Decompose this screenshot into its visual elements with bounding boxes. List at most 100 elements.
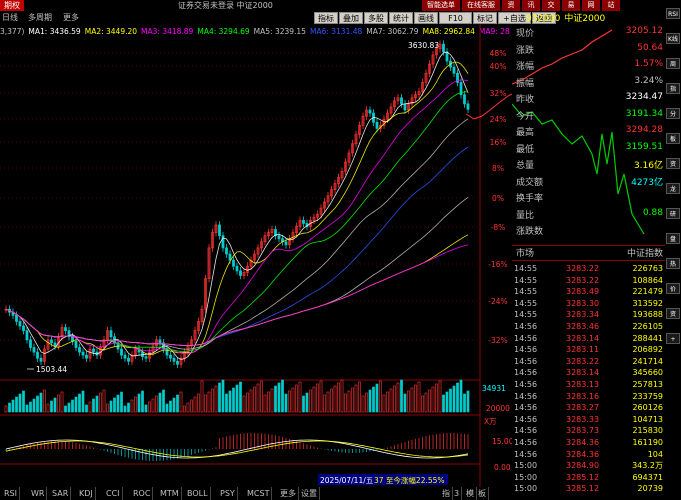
volume-bar [274,385,277,413]
candle-body [368,109,372,114]
volume-bar [43,389,46,413]
indicator-tab[interactable]: CCI [104,487,123,500]
sidebar-tool-button[interactable]: 指 [666,83,680,94]
tick-row: 14:56 3283.14 345660 [512,367,665,378]
quote-panel: 932000 中证2000 现价 3205.12 涨跌 50.64 涨幅 1.57% 振幅 3.2… [512,11,665,500]
bottom-right-button[interactable]: 3 [452,487,463,500]
percent-tick-label: -32% [488,336,507,345]
sidebar-tool-button[interactable]: 资 [666,158,680,169]
toolbar-button[interactable]: 多股 [364,12,388,24]
sidebar-tool-button[interactable]: + [666,333,680,344]
sidebar-tool-button[interactable]: 热 [666,258,680,269]
sidebar-tool-button[interactable]: 价 [666,283,680,294]
indicator-tab[interactable]: 设置 [299,487,320,500]
tick-price: 3283.13 [566,380,600,389]
toolbar-button[interactable]: 叠加 [339,12,363,24]
bottom-right-button[interactable]: 板 [476,487,489,500]
period-selector-item[interactable]: 更多 [63,12,79,23]
quote-field-label: 总量 [516,161,535,171]
volume-bar [403,393,407,413]
candle-body [445,51,449,62]
candle-body [144,356,148,359]
tick-row: 14:56 3283.13 257813 [512,379,665,390]
volume-bar [53,397,57,413]
topbar-button[interactable]: 易 [562,0,580,11]
indicator-tab[interactable]: ROC [131,487,154,500]
range-change-note: 37 至今涨幅22.55% [374,475,445,485]
topbar-button[interactable]: 在线客服 [462,0,500,11]
volume-bar [396,382,400,413]
candle-body [74,341,78,348]
tick-row: 14:56 3283.22 241714 [512,356,665,367]
period-selector-item[interactable]: 多周期 [28,12,52,23]
market-value: 中证指数 [626,249,663,259]
stock-name: 中证2000 [564,14,606,24]
sidebar-tool-button[interactable]: 资 [666,308,680,319]
indicator-tab[interactable]: SAR [50,487,72,500]
volume-bar [400,379,403,413]
quote-field-value: 3191.34 [625,108,663,119]
sidebar-tool-button[interactable]: 板 [666,133,680,144]
sidebar-tool-button[interactable]: 龙 [666,183,680,194]
tick-time: 14:56 [514,391,538,401]
toolbar-button[interactable]: 指标 [314,12,338,24]
tick-volume: 104 [647,449,663,459]
indicator-tab[interactable]: BOLL [185,487,211,500]
toolbar-button[interactable]: 画线 [414,12,438,24]
candlestick-chart[interactable]: 48% 40% 32% 24% 16% 8% 0% -8% -16% -24% -32% 3630.8… [0,24,512,487]
indicator-tab[interactable]: MTM [158,487,182,500]
volume-bar [214,385,218,413]
indicator-tab[interactable]: RSI [2,487,20,500]
tick-price: 3283.27 [566,403,600,413]
volume-bar [386,391,389,413]
topbar-button[interactable]: 资 [502,0,520,11]
sidebar-tool-button[interactable]: RSI [666,8,680,19]
tick-row: 14:55 3283.22 226763 [512,263,665,274]
topbar-button[interactable]: 讯 [522,0,540,11]
sidebar-tool-button[interactable]: 周 [666,58,680,69]
volume-max-label: 34931 [482,384,506,393]
indicator-tab[interactable]: 更多 [278,487,299,500]
tick-time: 14:56 [514,356,538,366]
sidebar-tool-button[interactable]: 盘 [666,233,680,244]
quote-field-label: 涨跌数 [516,227,544,237]
volume-bar [18,393,22,413]
topbar-button[interactable]: 网 [582,0,600,11]
sidebar-tool-button[interactable]: 研 [666,208,680,219]
candle-body [172,357,176,362]
volume-bar [431,386,435,413]
tick-time: 14:55 [514,275,538,285]
indicator-tab[interactable]: WR [29,487,48,500]
indicator-tab[interactable]: PSY [218,487,238,500]
candle-body [78,347,81,353]
volume-bar [95,395,99,413]
indicator-tab[interactable]: MCST [245,487,273,500]
high-price-label: 3630.83 [408,41,439,50]
tick-time: 14:55 [514,298,538,308]
tick-price: 3283.34 [566,310,600,320]
tick-time: 14:55 [514,264,538,273]
sidebar-tool-button[interactable]: K线 [666,33,680,44]
volume-bar [29,401,32,413]
volume-bar [92,398,95,413]
volume-bar [176,394,179,413]
tick-volume: 108864 [632,275,663,285]
tick-price: 3283.30 [566,298,600,308]
volume-bar [389,388,393,413]
toolbar-button[interactable]: 统计 [389,12,413,24]
app-logo[interactable]: 期权 [0,0,24,11]
indicator-tab[interactable]: KDJ [77,487,96,500]
topbar-button[interactable]: 智能选单 [422,0,460,11]
quote-field-label: 最低 [516,144,535,155]
tick-price: 3283.49 [566,287,600,297]
volume-bar [134,396,137,413]
volume-bar [372,386,375,413]
tick-row: 15:00 3285.12 694371 [512,472,665,483]
period-selector-item[interactable]: 日线 [2,12,18,23]
sidebar-tool-button[interactable]: 分 [666,108,680,119]
toolbar-button[interactable]: 标记 [473,12,497,24]
volume-bar [291,387,295,413]
topbar-button[interactable]: 交 [542,0,560,11]
topbar-button[interactable]: 站 [602,0,620,11]
toolbar-button[interactable]: F10 [439,12,472,24]
